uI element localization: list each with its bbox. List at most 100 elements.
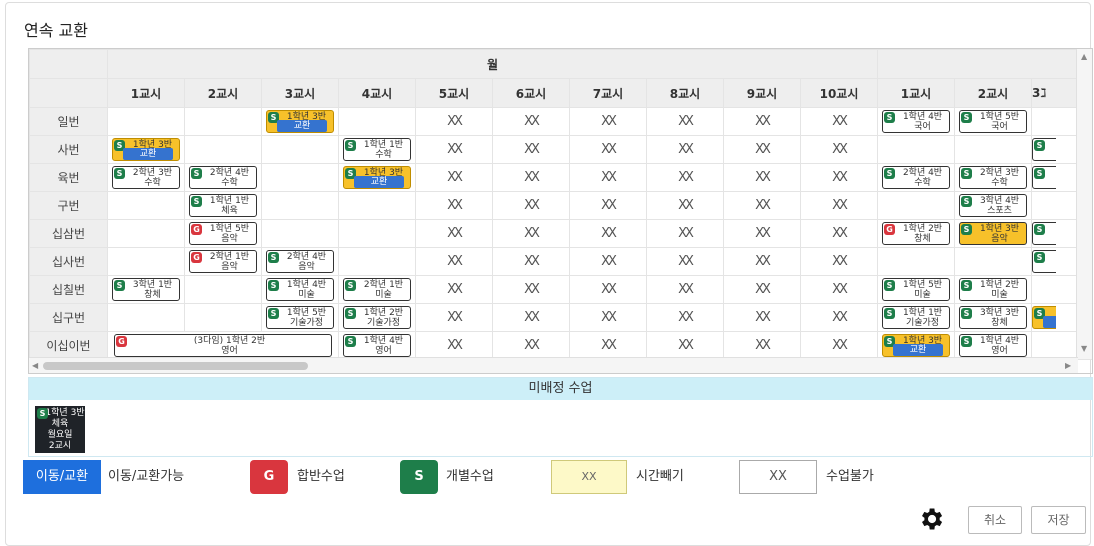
lesson-slot[interactable]: S 1학년 5반 미술 — [877, 275, 956, 304]
cancel-button[interactable]: 취소 — [968, 506, 1022, 534]
unavailable-slot[interactable]: XX — [646, 247, 724, 276]
lesson-slot[interactable]: S 1학년 3반 음악 — [954, 219, 1033, 248]
scroll-up-icon[interactable]: ▲ — [1081, 52, 1087, 61]
unavailable-slot[interactable]: XX — [799, 303, 879, 332]
lesson-slot[interactable]: S 1학년 1반 기술가정 — [877, 303, 956, 332]
lesson-card[interactable]: S1학년교환 — [1032, 306, 1057, 329]
unavailable-slot[interactable]: XX — [492, 191, 570, 220]
horizontal-scroll-thumb[interactable] — [43, 362, 308, 370]
unavailable-slot[interactable]: XX — [723, 275, 801, 304]
swap-tag[interactable]: 교환 — [1043, 316, 1057, 328]
unavailable-slot[interactable]: XX — [492, 275, 570, 304]
unavailable-slot[interactable]: XX — [415, 219, 493, 248]
empty-slot[interactable] — [184, 303, 262, 332]
unavailable-slot[interactable]: XX — [723, 303, 801, 332]
unavailable-slot[interactable]: XX — [646, 275, 724, 304]
lesson-card[interactable]: S2학년수학 — [1032, 166, 1057, 189]
lesson-card[interactable]: S 1학년 4반 미술 — [266, 278, 334, 301]
swap-tag[interactable]: 교환 — [893, 344, 944, 356]
unavailable-slot[interactable]: XX — [723, 163, 801, 192]
unavailable-slot[interactable]: XX — [492, 331, 570, 360]
swap-tag[interactable]: 교환 — [123, 148, 173, 160]
lesson-card[interactable]: G 2학년 1반 음악 — [189, 250, 257, 273]
timetable-grid[interactable]: 월 1교시 2교시 3교시 4교시 5교시 6교시 7교시 8교시 9교시 10교시 1교시 2교시 3… — [28, 48, 1093, 374]
lesson-card[interactable]: S 1학년 3반 교환 — [343, 166, 411, 189]
lesson-card[interactable]: S 1학년 3반 교환 — [882, 334, 951, 357]
lesson-slot[interactable]: G (3다임) 1학년 2반 영어 — [107, 331, 339, 360]
scroll-down-icon[interactable]: ▼ — [1081, 344, 1087, 353]
unavailable-slot[interactable]: XX — [569, 107, 647, 136]
unavailable-slot[interactable]: XX — [492, 135, 570, 164]
gear-icon[interactable] — [917, 505, 945, 533]
lesson-card[interactable]: S2학년음악 — [1032, 250, 1057, 273]
unavailable-slot[interactable]: XX — [723, 135, 801, 164]
lesson-card[interactable]: S1학년음악 — [1032, 222, 1057, 245]
unavailable-slot[interactable]: XX — [799, 191, 879, 220]
unavailable-slot[interactable]: XX — [415, 163, 493, 192]
unavailable-slot[interactable]: XX — [492, 163, 570, 192]
lesson-slot[interactable]: S 2학년 3반 수학 — [954, 163, 1033, 192]
lesson-card[interactable]: S 1학년 3반 교환 — [112, 138, 180, 161]
lesson-card[interactable]: S 2학년 4반 수학 — [189, 166, 257, 189]
swap-tag[interactable]: 교환 — [277, 120, 327, 132]
unavailable-slot[interactable]: XX — [646, 163, 724, 192]
swap-tag[interactable]: 교환 — [354, 176, 404, 188]
unavailable-slot[interactable]: XX — [492, 303, 570, 332]
empty-slot[interactable] — [107, 107, 185, 136]
empty-slot[interactable] — [184, 107, 262, 136]
unavailable-slot[interactable]: XX — [646, 331, 724, 360]
lesson-card[interactable]: S 1학년 3반 음악 — [959, 222, 1028, 245]
lesson-card[interactable]: S 1학년 5반 기술가정 — [266, 306, 334, 329]
unavailable-slot[interactable]: XX — [646, 303, 724, 332]
empty-slot[interactable] — [261, 163, 339, 192]
unavailable-slot[interactable]: XX — [569, 275, 647, 304]
empty-slot[interactable] — [107, 219, 185, 248]
unavailable-slot[interactable]: XX — [799, 135, 879, 164]
unavailable-slot[interactable]: XX — [492, 247, 570, 276]
unavailable-slot[interactable]: XX — [569, 331, 647, 360]
lesson-slot[interactable]: S 1학년 2반 미술 — [954, 275, 1033, 304]
unavailable-slot[interactable]: XX — [569, 219, 647, 248]
empty-slot[interactable] — [107, 247, 185, 276]
lesson-slot[interactable]: S 1학년 2반 기술가정 — [338, 303, 416, 332]
empty-slot[interactable] — [107, 303, 185, 332]
lesson-card[interactable]: S 1학년 4반 영어 — [343, 334, 411, 357]
lesson-card[interactable]: S 1학년 5반 미술 — [882, 278, 951, 301]
lesson-card[interactable]: S 2학년 3반 수학 — [959, 166, 1028, 189]
lesson-card[interactable]: S 3학년 4반 스포츠 — [959, 194, 1028, 217]
scroll-right-icon[interactable]: ▶ — [1065, 361, 1071, 370]
lesson-slot[interactable]: S 2학년 4반 수학 — [877, 163, 956, 192]
unavailable-slot[interactable]: XX — [646, 135, 724, 164]
unavailable-slot[interactable]: XX — [492, 107, 570, 136]
lesson-card[interactable]: G 1학년 5반 음악 — [189, 222, 257, 245]
lesson-slot[interactable]: S 1학년 5반 기술가정 — [261, 303, 339, 332]
unavailable-slot[interactable]: XX — [646, 219, 724, 248]
unavailable-slot[interactable]: XX — [415, 331, 493, 360]
unavailable-slot[interactable]: XX — [723, 219, 801, 248]
unavailable-slot[interactable]: XX — [646, 107, 724, 136]
unavailable-slot[interactable]: XX — [799, 219, 879, 248]
empty-slot[interactable] — [877, 191, 956, 220]
lesson-card[interactable]: S 1학년 2반 기술가정 — [343, 306, 411, 329]
empty-slot[interactable] — [261, 219, 339, 248]
lesson-card[interactable]: S1학년수학 — [1032, 138, 1057, 161]
unavailable-slot[interactable]: XX — [569, 163, 647, 192]
unavailable-slot[interactable]: XX — [569, 247, 647, 276]
empty-slot[interactable] — [954, 247, 1033, 276]
lesson-card[interactable]: S 2학년 3반 수학 — [112, 166, 180, 189]
lesson-card[interactable]: S 1학년 2반 미술 — [959, 278, 1028, 301]
lesson-card[interactable]: S 2학년 1반 미술 — [343, 278, 411, 301]
lesson-card[interactable]: S 2학년 4반 음악 — [266, 250, 334, 273]
lesson-slot[interactable]: S 1학년 3반 교환 — [261, 107, 339, 136]
empty-slot[interactable] — [954, 135, 1033, 164]
unavailable-slot[interactable]: XX — [569, 191, 647, 220]
lesson-card[interactable]: S 1학년 3반 교환 — [266, 110, 334, 133]
lesson-card[interactable]: S 3학년 3반 창체 — [959, 306, 1028, 329]
empty-slot[interactable] — [261, 135, 339, 164]
lesson-slot[interactable]: G 1학년 5반 음악 — [184, 219, 262, 248]
lesson-slot[interactable]: S 2학년 4반 수학 — [184, 163, 262, 192]
lesson-card[interactable]: S 2학년 4반 수학 — [882, 166, 951, 189]
empty-slot[interactable] — [184, 135, 262, 164]
save-button[interactable]: 저장 — [1031, 506, 1086, 534]
unavailable-slot[interactable]: XX — [569, 303, 647, 332]
